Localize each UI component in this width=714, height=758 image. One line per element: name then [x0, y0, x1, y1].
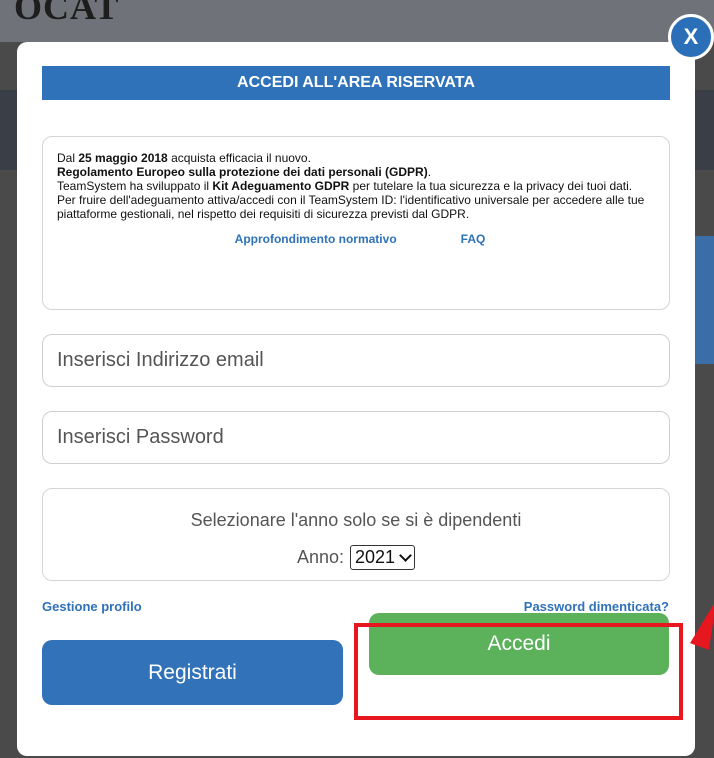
gdpr-line-4: Per fruire dell'adeguamento attiva/acced… [57, 193, 645, 221]
year-label: Anno: [296, 547, 344, 567]
register-button[interactable]: Registrati [42, 640, 343, 705]
gdpr-line-1: Dal 25 maggio 2018 acquista efficacia il… [57, 151, 311, 165]
close-button[interactable]: X [668, 14, 714, 60]
year-selected-value: 2021 [355, 547, 396, 567]
chevron-down-icon [399, 548, 412, 562]
login-button[interactable]: Accedi [369, 613, 669, 675]
faq-link[interactable]: FAQ [461, 232, 486, 246]
password-dimenticata-link[interactable]: Password dimenticata? [524, 599, 669, 614]
approfondimento-normativo-link[interactable]: Approfondimento normativo [235, 232, 397, 246]
year-selection-box: Selezionare l'anno solo se si è dipenden… [42, 488, 670, 581]
year-select[interactable]: 2021 [350, 545, 416, 570]
year-note: Selezionare l'anno solo se si è dipenden… [190, 510, 522, 530]
close-icon: X [683, 24, 699, 49]
email-field[interactable] [42, 334, 670, 387]
background-logo: OCAT [14, 0, 120, 27]
modal-title: ACCEDI ALL'AREA RISERVATA [42, 66, 670, 100]
password-field[interactable] [42, 411, 670, 464]
login-modal: ACCEDI ALL'AREA RISERVATA Dal 25 maggio … [17, 42, 695, 756]
gdpr-line-3: TeamSystem ha sviluppato il Kit Adeguame… [57, 179, 633, 193]
gestione-profilo-link[interactable]: Gestione profilo [42, 599, 142, 614]
gdpr-info-box: Dal 25 maggio 2018 acquista efficacia il… [42, 136, 670, 310]
year-row: Anno: 2021 [43, 545, 669, 570]
background-side-panel [692, 236, 714, 364]
gdpr-links: Approfondimento normativo FAQ [57, 232, 655, 246]
gdpr-line-2: Regolamento Europeo sulla protezione dei… [57, 165, 432, 179]
